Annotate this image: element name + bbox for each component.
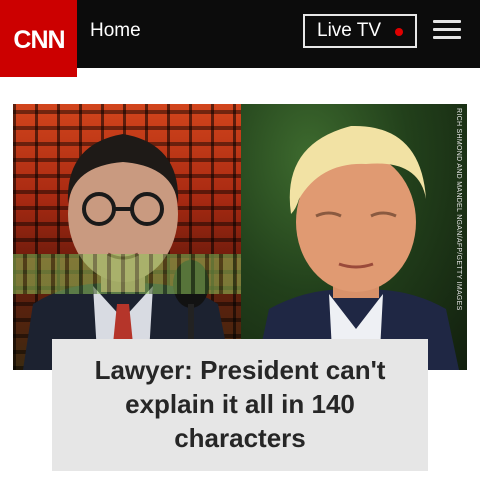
live-indicator-icon <box>395 28 403 36</box>
cnn-logo-icon: CNN <box>13 26 65 54</box>
cnn-logo-text: CNN <box>13 26 64 54</box>
live-tv-button[interactable]: Live TV <box>303 14 417 48</box>
lawyer-portrait-illustration <box>23 134 231 370</box>
headline-text[interactable]: Lawyer: President can't explain it all i… <box>72 354 408 455</box>
headline-card[interactable]: Lawyer: President can't explain it all i… <box>52 339 428 471</box>
president-photo <box>241 104 467 370</box>
hamburger-menu-icon[interactable] <box>433 18 461 42</box>
live-tv-label: Live TV <box>317 20 382 41</box>
hero-story-image[interactable] <box>13 104 467 370</box>
cnn-logo[interactable]: CNN <box>0 0 77 77</box>
lawyer-photo <box>13 104 241 370</box>
president-portrait-illustration <box>256 125 459 370</box>
background-screen-detail <box>13 254 241 294</box>
photo-credit: RICH SHMOND AND MANDEL NGAN/AFP/GETTY IM… <box>455 108 462 311</box>
home-link[interactable]: Home <box>90 20 141 42</box>
